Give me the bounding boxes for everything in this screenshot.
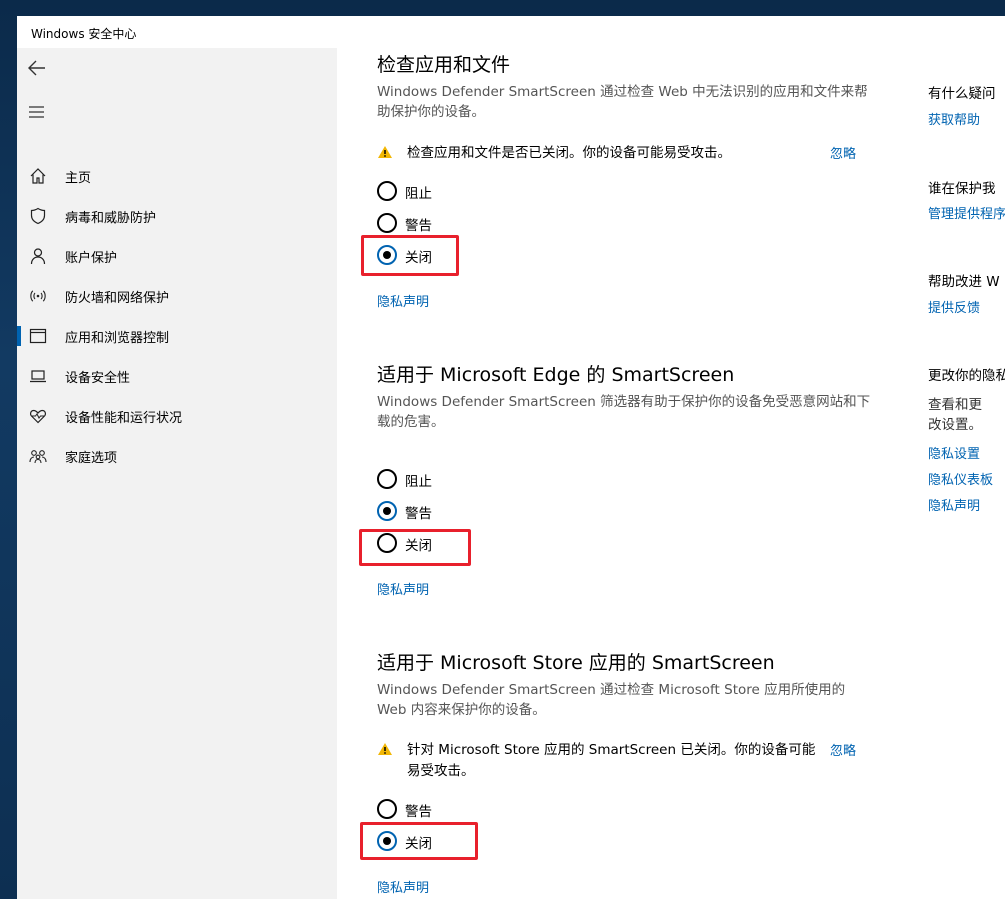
radio-block[interactable]: 阻止 bbox=[377, 469, 497, 491]
sidebar-item-app-browser-control[interactable]: 应用和浏览器控制 bbox=[17, 316, 337, 356]
red-highlight-box bbox=[360, 822, 478, 860]
radio-circle-selected bbox=[377, 501, 397, 521]
laptop-icon bbox=[30, 370, 46, 383]
radio-label: 警告 bbox=[405, 804, 432, 820]
warning-banner: 针对 Microsoft Store 应用的 SmartScreen 已关闭。你… bbox=[377, 740, 867, 784]
radio-label: 警告 bbox=[405, 506, 432, 522]
heart-pulse-icon bbox=[30, 409, 46, 424]
dismiss-link[interactable]: 忽略 bbox=[830, 740, 856, 759]
security-center-window: Windows 安全中心 主页 病毒和威胁防护 账户保护 防火墙和网络保护 应用… bbox=[17, 16, 1005, 899]
privacy-statement-link[interactable]: 隐私声明 bbox=[928, 495, 980, 514]
sidebar-item-label: 设备安全性 bbox=[65, 371, 131, 386]
sidebar-item-account-protection[interactable]: 账户保护 bbox=[17, 236, 337, 276]
radio-circle bbox=[377, 181, 397, 201]
home-icon bbox=[30, 168, 46, 184]
sidebar-item-home[interactable]: 主页 bbox=[17, 156, 337, 196]
dismiss-link[interactable]: 忽略 bbox=[830, 143, 856, 162]
radio-circle bbox=[377, 213, 397, 233]
radio-circle bbox=[377, 469, 397, 489]
sidebar-item-label: 家庭选项 bbox=[65, 451, 118, 466]
warning-banner: 检查应用和文件是否已关闭。你的设备可能易受攻击。 忽略 bbox=[377, 143, 867, 165]
privacy-text: 查看和更改设置。 bbox=[928, 397, 982, 433]
back-arrow-icon bbox=[28, 60, 45, 76]
window-title: Windows 安全中心 bbox=[31, 27, 137, 41]
privacy-statement-link[interactable]: 隐私声明 bbox=[377, 579, 429, 598]
warning-icon bbox=[378, 743, 392, 755]
shield-icon bbox=[30, 207, 46, 225]
sidebar-item-label: 应用和浏览器控制 bbox=[65, 331, 170, 346]
radio-circle bbox=[377, 799, 397, 819]
questions-heading: 有什么疑问 bbox=[928, 86, 996, 102]
manage-providers-link[interactable]: 管理提供程序 bbox=[928, 203, 1005, 222]
feedback-link[interactable]: 提供反馈 bbox=[928, 297, 980, 316]
sidebar-item-family-options[interactable]: 家庭选项 bbox=[17, 436, 337, 476]
sidebar-item-device-security[interactable]: 设备安全性 bbox=[17, 356, 337, 396]
sidebar-item-label: 账户保护 bbox=[65, 251, 118, 266]
radio-warn[interactable]: 警告 bbox=[377, 213, 497, 235]
privacy-statement-link[interactable]: 隐私声明 bbox=[377, 877, 429, 896]
family-icon bbox=[29, 450, 47, 464]
sidebar-item-label: 设备性能和运行状况 bbox=[65, 411, 183, 426]
section-title-check-apps: 检查应用和文件 bbox=[377, 54, 511, 76]
radio-label: 警告 bbox=[405, 218, 432, 234]
radio-warn[interactable]: 警告 bbox=[377, 501, 497, 523]
warning-text: 针对 Microsoft Store 应用的 SmartScreen 已关闭。你… bbox=[407, 742, 816, 779]
hamburger-menu-button[interactable] bbox=[27, 102, 47, 122]
sidebar-item-label: 主页 bbox=[65, 171, 92, 186]
improve-heading: 帮助改进 W bbox=[928, 274, 1000, 290]
section-description: Windows Defender SmartScreen 通过检查 Web 中无… bbox=[377, 84, 868, 120]
hamburger-icon bbox=[29, 106, 44, 118]
main-content: 检查应用和文件 Windows Defender SmartScreen 通过检… bbox=[359, 16, 897, 899]
active-indicator bbox=[17, 326, 21, 346]
right-info-panel: 有什么疑问 获取帮助 谁在保护我 管理提供程序 帮助改进 W 提供反馈 更改你的… bbox=[928, 16, 1005, 899]
red-highlight-box bbox=[359, 529, 471, 566]
person-icon bbox=[30, 248, 46, 265]
radio-warn[interactable]: 警告 bbox=[377, 799, 497, 821]
warning-icon bbox=[378, 146, 392, 158]
privacy-settings-link[interactable]: 隐私设置 bbox=[928, 443, 980, 462]
warning-text: 检查应用和文件是否已关闭。你的设备可能易受攻击。 bbox=[407, 145, 731, 161]
sidebar-item-label: 病毒和威胁防护 bbox=[65, 211, 157, 226]
section-title-edge-smartscreen: 适用于 Microsoft Edge 的 SmartScreen bbox=[377, 364, 735, 386]
section-description: Windows Defender SmartScreen 通过检查 Micros… bbox=[377, 682, 846, 718]
privacy-dashboard-link[interactable]: 隐私仪表板 bbox=[928, 469, 993, 488]
red-highlight-box bbox=[361, 235, 459, 276]
back-button[interactable] bbox=[27, 58, 47, 78]
sidebar-item-firewall[interactable]: 防火墙和网络保护 bbox=[17, 276, 337, 316]
sidebar: 主页 病毒和威胁防护 账户保护 防火墙和网络保护 应用和浏览器控制 设备安全性 … bbox=[17, 48, 337, 899]
sidebar-item-virus-protection[interactable]: 病毒和威胁防护 bbox=[17, 196, 337, 236]
privacy-statement-link[interactable]: 隐私声明 bbox=[377, 291, 429, 310]
browser-window-icon bbox=[29, 328, 47, 344]
protector-heading: 谁在保护我 bbox=[928, 181, 996, 197]
section-description: Windows Defender SmartScreen 筛选器有助于保护你的设… bbox=[377, 394, 871, 430]
sidebar-item-device-performance[interactable]: 设备性能和运行状况 bbox=[17, 396, 337, 436]
section-title-store-smartscreen: 适用于 Microsoft Store 应用的 SmartScreen bbox=[377, 652, 775, 674]
radio-label: 阻止 bbox=[405, 474, 432, 490]
wireless-icon bbox=[30, 290, 46, 302]
radio-label: 阻止 bbox=[405, 186, 432, 202]
privacy-heading: 更改你的隐私 bbox=[928, 368, 1005, 384]
sidebar-item-label: 防火墙和网络保护 bbox=[65, 291, 170, 306]
get-help-link[interactable]: 获取帮助 bbox=[928, 109, 980, 128]
radio-block[interactable]: 阻止 bbox=[377, 181, 497, 203]
